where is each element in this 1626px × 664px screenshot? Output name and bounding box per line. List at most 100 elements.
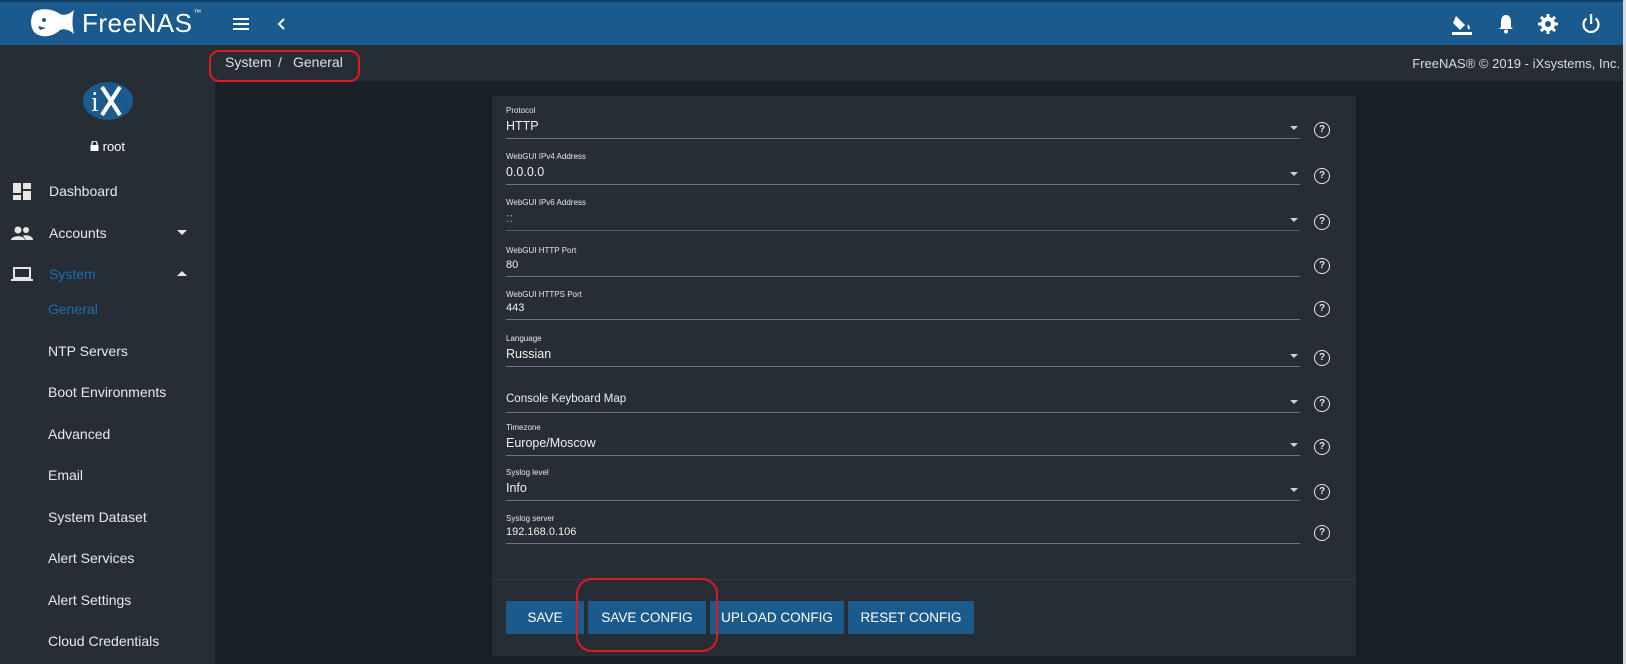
sidebar-subitem-ntp-servers[interactable]: NTP Servers xyxy=(48,343,128,359)
help-icon[interactable]: ? xyxy=(1314,122,1330,138)
field-underline xyxy=(506,319,1300,320)
power-button[interactable] xyxy=(1579,12,1603,36)
field-label: WebGUI HTTP Port xyxy=(506,246,577,255)
sidebar-subitem-cloud-credentials[interactable]: Cloud Credentials xyxy=(48,633,159,649)
sidebar-subitem-system-dataset[interactable]: System Dataset xyxy=(48,509,147,525)
webgui-ipv4-field[interactable]: WebGUI IPv4 Address 0.0.0.0 ? xyxy=(506,152,1330,190)
field-value: Europe/Moscow xyxy=(506,436,596,450)
protocol-field[interactable]: Protocol HTTP ? xyxy=(506,106,1330,144)
breadcrumb: System / General FreeNAS® © 2019 - iXsys… xyxy=(215,45,1626,81)
breadcrumb-separator: / xyxy=(278,54,282,70)
syslog-server-field[interactable]: Syslog server 192.168.0.106 ? xyxy=(506,514,1330,550)
field-value: Russian xyxy=(506,347,552,361)
power-icon xyxy=(1582,14,1600,34)
help-icon[interactable]: ? xyxy=(1314,301,1330,317)
sidebar-item-dashboard[interactable]: Dashboard xyxy=(0,171,215,211)
field-underline xyxy=(506,184,1300,185)
dropdown-arrow-icon xyxy=(1290,443,1298,447)
field-underline xyxy=(506,412,1300,413)
sidebar-subitem-general[interactable]: General xyxy=(48,301,98,317)
sidebar-item-label: Dashboard xyxy=(49,183,118,199)
upload-config-button[interactable]: UPLOAD CONFIG xyxy=(710,601,844,634)
gear-icon xyxy=(1538,14,1558,34)
breadcrumb-general: General xyxy=(293,54,343,70)
sidebar-subitem-alert-settings[interactable]: Alert Settings xyxy=(48,592,131,608)
sidebar-subitem-email[interactable]: Email xyxy=(48,467,83,483)
copyright-text: FreeNAS® © 2019 - iXsystems, Inc. xyxy=(1412,56,1620,71)
field-underline xyxy=(506,500,1300,501)
field-value: HTTP xyxy=(506,119,539,133)
freenas-fish-icon xyxy=(31,9,74,37)
ixsystems-logo: i xyxy=(83,82,133,120)
card-divider xyxy=(492,579,1356,580)
chevron-up-icon xyxy=(177,271,187,276)
field-label: WebGUI HTTPS Port xyxy=(506,290,582,299)
help-icon[interactable]: ? xyxy=(1314,350,1330,366)
people-icon xyxy=(11,226,33,240)
sidebar-item-accounts[interactable]: Accounts xyxy=(0,213,215,253)
freenas-logo[interactable]: FreeNAS™ xyxy=(30,6,201,40)
help-icon[interactable]: ? xyxy=(1314,484,1330,500)
save-button[interactable]: SAVE xyxy=(506,601,584,634)
field-label: Protocol xyxy=(506,106,536,115)
theme-button[interactable] xyxy=(1450,12,1474,36)
webgui-https-port-field[interactable]: WebGUI HTTPS Port 443 ? xyxy=(506,290,1330,326)
field-label: WebGUI IPv4 Address xyxy=(506,152,586,161)
sidebar-subitem-boot-environments[interactable]: Boot Environments xyxy=(48,384,166,400)
language-field[interactable]: Language Russian ? xyxy=(506,334,1330,372)
dropdown-arrow-icon xyxy=(1290,400,1298,404)
laptop-icon xyxy=(11,267,33,281)
dropdown-arrow-icon xyxy=(1290,488,1298,492)
field-underline xyxy=(506,543,1300,544)
sidebar-subitem-alert-services[interactable]: Alert Services xyxy=(48,550,134,566)
dropdown-arrow-icon xyxy=(1290,172,1298,176)
help-icon[interactable]: ? xyxy=(1314,439,1330,455)
help-icon[interactable]: ? xyxy=(1314,214,1330,230)
menu-icon xyxy=(233,18,249,30)
timezone-field[interactable]: Timezone Europe/Moscow ? xyxy=(506,423,1330,461)
menu-toggle-button[interactable] xyxy=(229,12,253,36)
field-label: WebGUI IPv6 Address xyxy=(506,198,586,207)
syslog-level-field[interactable]: Syslog level Info ? xyxy=(506,468,1330,506)
sidebar-item-label: System xyxy=(49,266,96,282)
username: root xyxy=(102,139,126,154)
reset-config-button[interactable]: RESET CONFIG xyxy=(848,601,974,634)
field-value: :: xyxy=(506,211,513,225)
notifications-button[interactable] xyxy=(1494,12,1518,36)
svg-text:i: i xyxy=(91,87,99,118)
field-value: 443 xyxy=(506,302,525,314)
lock-icon xyxy=(90,140,99,151)
field-value: 192.168.0.106 xyxy=(506,526,577,538)
field-value: Console Keyboard Map xyxy=(506,393,627,405)
console-keyboard-map-field[interactable]: Console Keyboard Map ? xyxy=(506,380,1330,418)
help-icon[interactable]: ? xyxy=(1314,396,1330,412)
collapse-sidebar-button[interactable] xyxy=(270,12,294,36)
webgui-http-port-field[interactable]: WebGUI HTTP Port 80 ? xyxy=(506,246,1330,282)
chevron-left-icon xyxy=(277,18,285,30)
help-icon[interactable]: ? xyxy=(1314,258,1330,274)
field-value: 80 xyxy=(506,259,519,271)
sidebar-subitem-advanced[interactable]: Advanced xyxy=(48,426,110,442)
sidebar-item-label: Accounts xyxy=(49,225,107,241)
field-underline xyxy=(506,276,1300,277)
breadcrumb-system[interactable]: System xyxy=(225,54,272,70)
webgui-ipv6-field[interactable]: WebGUI IPv6 Address :: ? xyxy=(506,198,1330,236)
help-icon[interactable]: ? xyxy=(1314,525,1330,541)
field-underline xyxy=(506,138,1300,139)
field-underline xyxy=(506,455,1300,456)
help-icon[interactable]: ? xyxy=(1314,168,1330,184)
sidebar: i root Dashboard Accounts System General… xyxy=(0,45,215,664)
chevron-down-icon xyxy=(177,230,187,235)
settings-button[interactable] xyxy=(1536,12,1560,36)
field-label: Language xyxy=(506,334,542,343)
field-label: Syslog level xyxy=(506,468,549,477)
field-underline xyxy=(506,366,1300,367)
field-underline xyxy=(506,230,1300,231)
save-config-button[interactable]: SAVE CONFIG xyxy=(588,601,706,634)
field-value: 0.0.0.0 xyxy=(506,165,545,179)
bell-icon xyxy=(1499,15,1513,34)
sidebar-item-system[interactable]: System xyxy=(0,254,215,294)
field-value: Info xyxy=(506,481,527,495)
top-bar: FreeNAS™ xyxy=(0,0,1626,45)
general-settings-card: Protocol HTTP ? WebGUI IPv4 Address 0.0.… xyxy=(492,96,1356,656)
